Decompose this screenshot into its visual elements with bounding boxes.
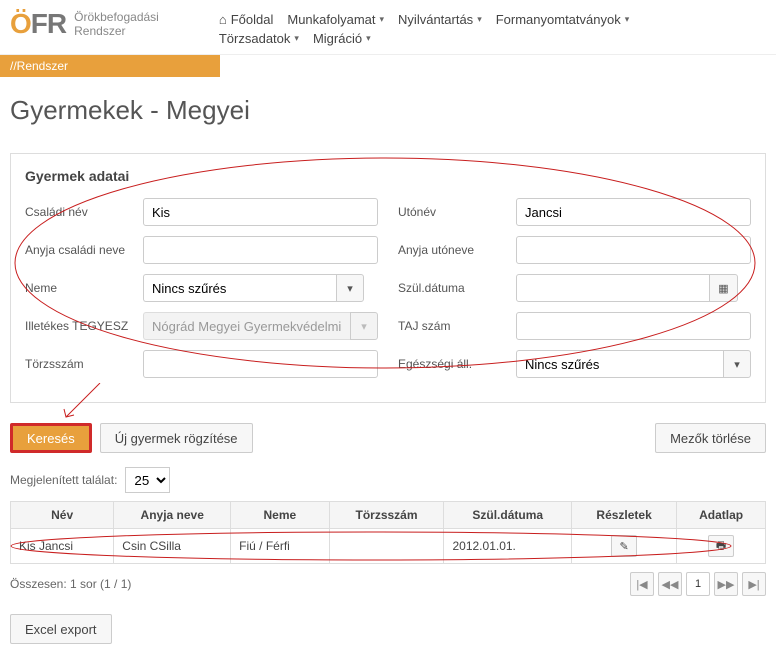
edit-icon[interactable]: ✎: [611, 535, 637, 557]
panel-title: Gyermek adatai: [25, 168, 751, 184]
nav-forms[interactable]: Formanyomtatványok▾: [496, 12, 630, 27]
cell-regno: [329, 529, 444, 564]
action-bar: Keresés Új gyermek rögzítése Mezők törlé…: [0, 413, 776, 463]
breadcrumb: //Rendszer: [0, 55, 220, 77]
label-given-name: Utónév: [398, 205, 508, 219]
col-details: Részletek: [571, 502, 676, 529]
select-gender[interactable]: [143, 274, 336, 302]
search-panel: Gyermek adatai Családi név Utónév Anyja …: [10, 153, 766, 403]
logo: ÖFR Örökbefogadási Rendszer: [10, 8, 159, 40]
new-child-button[interactable]: Új gyermek rögzítése: [100, 423, 253, 453]
label-gender: Neme: [25, 281, 135, 295]
input-mother-family[interactable]: [143, 236, 378, 264]
caret-icon: ▾: [625, 14, 630, 25]
table-header-row: Név Anyja neve Neme Törzsszám Szül.dátum…: [11, 502, 766, 529]
summary-text: Összesen: 1 sor (1 / 1): [10, 577, 131, 591]
main-nav: ⌂Főoldal Munkafolyamat▾ Nyilvántartás▾ F…: [219, 8, 709, 46]
input-mother-given[interactable]: [516, 236, 751, 264]
nav-registry[interactable]: Nyilvántartás▾: [398, 12, 482, 27]
nav-migration[interactable]: Migráció▾: [313, 31, 371, 46]
pager-last[interactable]: ▶|: [742, 572, 766, 596]
pager-first[interactable]: |◀: [630, 572, 654, 596]
table-footer: Összesen: 1 sor (1 / 1) |◀ ◀◀ 1 ▶▶ ▶|: [0, 564, 776, 604]
page-title: Gyermekek - Megyei: [0, 77, 776, 143]
label-regno: Törzsszám: [25, 357, 135, 371]
clear-fields-button[interactable]: Mezők törlése: [655, 423, 766, 453]
nav-master[interactable]: Törzsadatok▾: [219, 31, 299, 46]
label-family-name: Családi név: [25, 205, 135, 219]
select-tegyesz: [143, 312, 350, 340]
table-controls: Megjelenített találat: 25: [0, 463, 776, 501]
table-row[interactable]: Kis Jancsi Csin CSilla Fiú / Férfi 2012.…: [11, 529, 766, 564]
pager-page[interactable]: 1: [686, 572, 710, 596]
header: ÖFR Örökbefogadási Rendszer ⌂Főoldal Mun…: [0, 0, 776, 55]
caret-icon: ▾: [380, 14, 385, 25]
input-dob[interactable]: [516, 274, 710, 302]
label-tegyesz: Illetékes TEGYESZ: [25, 319, 135, 333]
caret-icon: ▾: [366, 33, 371, 44]
label-dob: Szül.dátuma: [398, 281, 508, 295]
col-regno[interactable]: Törzsszám: [329, 502, 444, 529]
col-dob[interactable]: Szül.dátuma: [444, 502, 572, 529]
col-gender[interactable]: Neme: [231, 502, 329, 529]
caret-icon[interactable]: ▾: [336, 274, 364, 302]
pager-prev[interactable]: ◀◀: [658, 572, 682, 596]
pager-next[interactable]: ▶▶: [714, 572, 738, 596]
nav-home[interactable]: ⌂Főoldal: [219, 12, 274, 27]
logo-mark: ÖFR: [10, 8, 66, 40]
nav-workflow[interactable]: Munkafolyamat▾: [287, 12, 384, 27]
input-regno[interactable]: [143, 350, 378, 378]
caret-icon: ▾: [477, 14, 482, 25]
caret-icon[interactable]: ▾: [723, 350, 751, 378]
calendar-icon[interactable]: ▦: [710, 274, 738, 302]
cell-mother: Csin CSilla: [114, 529, 231, 564]
search-button[interactable]: Keresés: [10, 423, 92, 453]
excel-export-button[interactable]: Excel export: [10, 614, 112, 644]
cell-name: Kis Jancsi: [11, 529, 114, 564]
page-size-label: Megjelenített találat:: [10, 473, 117, 487]
label-mother-family: Anyja családi neve: [25, 243, 135, 257]
print-icon[interactable]: 🖶: [708, 535, 734, 557]
col-mother[interactable]: Anyja neve: [114, 502, 231, 529]
results-table: Név Anyja neve Neme Törzsszám Szül.dátum…: [10, 501, 766, 564]
select-health[interactable]: [516, 350, 723, 378]
input-taj[interactable]: [516, 312, 751, 340]
col-sheet: Adatlap: [677, 502, 766, 529]
label-mother-given: Anyja utóneve: [398, 243, 508, 257]
home-icon: ⌂: [219, 12, 227, 27]
logo-text: Örökbefogadási Rendszer: [74, 10, 159, 39]
label-taj: TAJ szám: [398, 319, 508, 333]
input-given-name[interactable]: [516, 198, 751, 226]
label-health: Egészségi áll.: [398, 357, 508, 371]
cell-dob: 2012.01.01.: [444, 529, 572, 564]
caret-icon: ▾: [294, 33, 299, 44]
caret-icon: ▾: [350, 312, 378, 340]
cell-gender: Fiú / Férfi: [231, 529, 329, 564]
pager: |◀ ◀◀ 1 ▶▶ ▶|: [630, 572, 766, 596]
page-size-select[interactable]: 25: [125, 467, 170, 493]
col-name[interactable]: Név: [11, 502, 114, 529]
input-family-name[interactable]: [143, 198, 378, 226]
